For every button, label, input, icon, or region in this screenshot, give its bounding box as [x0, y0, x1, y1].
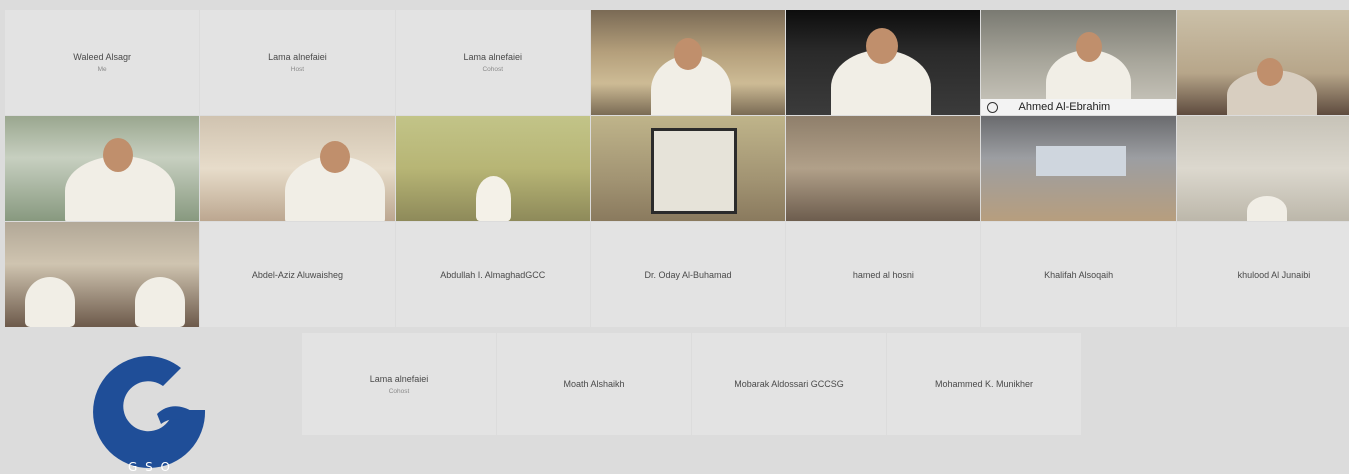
person-head	[1256, 58, 1283, 86]
participant-tile[interactable]: Lama alnefaiei Host	[200, 10, 395, 115]
participant-video-tile[interactable]	[1176, 116, 1349, 221]
participant-name: Lama alnefaiei	[369, 373, 429, 384]
screen	[1036, 146, 1127, 176]
participant-name: Mobarak Aldossari GCCSG	[734, 379, 844, 389]
person-head	[103, 138, 133, 172]
participant-video-tile[interactable]	[5, 222, 200, 327]
gso-logo-text: G S O	[128, 460, 172, 474]
participant-role: Me	[97, 66, 107, 73]
participant-tile[interactable]: khulood Al Junaibi	[1176, 222, 1349, 327]
participant-tile[interactable]: Abdel-Aziz Aluwaisheg	[200, 222, 395, 327]
participant-name: khulood Al Junaibi	[1237, 269, 1311, 280]
participant-video-tile[interactable]	[590, 116, 786, 221]
participant-name: Moath Alshaikh	[563, 379, 625, 389]
participant-tile[interactable]: hamed al hosni	[786, 222, 981, 327]
participant-tile[interactable]: Mohammed K. Munikher	[887, 333, 1081, 435]
participant-name: Mohammed K. Munikher	[934, 379, 1034, 389]
participant-name-bar: Ahmed Al-Ebrahim	[981, 99, 1176, 115]
participant-name: Lama alnefaiei	[463, 52, 523, 62]
participant-role: Host	[290, 66, 305, 73]
participant-video-tile-active[interactable]: Ahmed Al-Ebrahim	[981, 10, 1176, 115]
participant-video-tile[interactable]	[786, 116, 981, 221]
participant-grid-bottom: Lama alnefaiei Cohost Moath Alshaikh Mob…	[302, 333, 1081, 435]
participant-tile[interactable]: Moath Alshaikh	[497, 333, 691, 435]
person-head	[866, 28, 899, 64]
participant-name: Lama alnefaiei	[268, 52, 327, 62]
participant-name: Abdel-Aziz Aluwaisheg	[251, 269, 343, 280]
participant-name: Dr. Oday Al-Buhamad	[644, 269, 732, 280]
participant-name: hamed al hosni	[852, 269, 914, 280]
person-figure	[135, 277, 185, 327]
participant-video-tile[interactable]	[786, 10, 981, 115]
participant-video-tile[interactable]	[200, 116, 395, 221]
participant-role: Cohost	[388, 387, 410, 395]
participant-video-tile[interactable]	[395, 116, 590, 221]
gso-logo: G S O	[93, 355, 206, 474]
participant-video-tile[interactable]	[981, 116, 1176, 221]
participant-role: Cohost	[482, 66, 504, 73]
participant-video-tile[interactable]	[5, 116, 200, 221]
participant-tile[interactable]: Lama alnefaiei Cohost	[395, 10, 590, 115]
participant-name: Khalifah Alsoqaih	[1044, 269, 1114, 280]
video-feed	[786, 116, 981, 221]
participant-name: Abdullah I. AlmaghadGCC	[440, 269, 546, 280]
participant-tile[interactable]: Lama alnefaiei Cohost	[302, 333, 496, 435]
participant-tile[interactable]: Mobarak Aldossari GCCSG	[692, 333, 886, 435]
person-head	[673, 38, 702, 70]
participant-tile[interactable]: Khalifah Alsoqaih	[981, 222, 1176, 327]
participant-name: Waleed Alsagr	[73, 52, 131, 62]
participant-video-tile[interactable]	[1176, 10, 1349, 115]
participant-tile[interactable]: Waleed Alsagr Me	[5, 10, 200, 115]
participant-grid: Waleed Alsagr Me Lama alnefaiei Host Lam…	[5, 10, 1349, 327]
wall-map	[650, 128, 737, 214]
participant-tile[interactable]: Dr. Oday Al-Buhamad	[590, 222, 786, 327]
participant-name: Ahmed Al-Ebrahim	[1018, 101, 1111, 113]
participant-video-tile[interactable]	[590, 10, 786, 115]
person-figure	[475, 176, 511, 221]
person-figure	[1246, 196, 1287, 221]
person-figure	[25, 277, 75, 327]
participant-tile[interactable]: Abdullah I. AlmaghadGCC	[395, 222, 590, 327]
settings-icon	[987, 101, 999, 113]
